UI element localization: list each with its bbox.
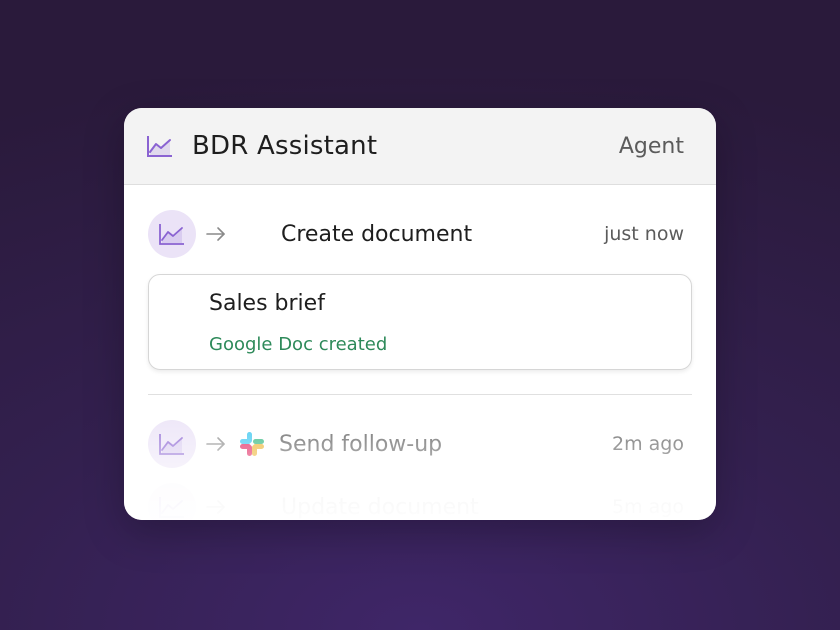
activity-time: 5m ago <box>612 496 684 518</box>
chart-line-icon <box>159 434 184 455</box>
agent-role: Agent <box>618 133 684 159</box>
activity-time: just now <box>604 223 684 245</box>
activity-item[interactable]: Create document just now <box>148 209 692 259</box>
slack-icon <box>237 429 267 459</box>
arrow-right-icon <box>205 436 227 452</box>
activity-feed: Create document just now Sales brief Goo… <box>124 209 716 520</box>
activity-action: Send follow-up <box>279 431 443 457</box>
chart-line-icon <box>159 224 184 245</box>
agent-name: BDR Assistant <box>192 131 378 161</box>
divider <box>148 394 692 395</box>
activity-action: Update document <box>281 494 479 520</box>
agent-avatar <box>148 210 196 258</box>
agent-avatar <box>148 420 196 468</box>
document-icon <box>237 492 267 520</box>
card-header: BDR Assistant Agent <box>124 108 716 185</box>
activity-item[interactable]: Update document 5m ago <box>148 482 692 520</box>
activity-item[interactable]: Send follow-up 2m ago <box>148 419 692 469</box>
chart-line-icon <box>159 497 184 518</box>
document-status: Google Doc created <box>209 334 388 355</box>
activity-action: Create document <box>281 221 473 247</box>
agent-activity-card: BDR Assistant Agent Create document just… <box>124 108 716 520</box>
document-icon <box>237 219 267 249</box>
arrow-right-icon <box>205 499 227 515</box>
chart-line-icon <box>146 134 174 158</box>
activity-time: 2m ago <box>612 433 684 455</box>
agent-avatar <box>148 483 196 520</box>
arrow-right-icon <box>205 226 227 242</box>
document-title: Sales brief <box>209 291 325 316</box>
document-result-card[interactable]: Sales brief Google Doc created <box>148 274 692 370</box>
